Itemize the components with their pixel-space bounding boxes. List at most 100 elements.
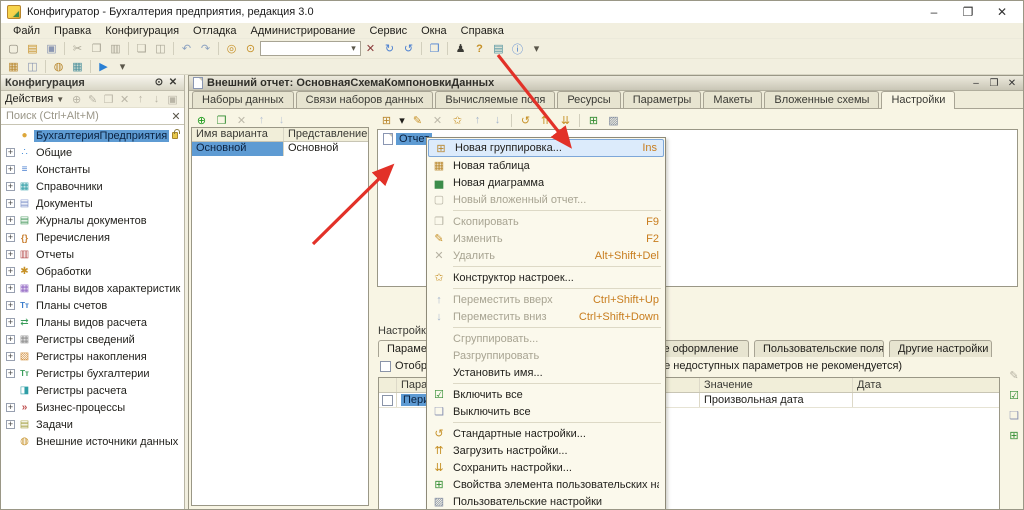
menu-item-load-settings[interactable]: ⇈ Загрузить настройки... <box>427 442 665 459</box>
tree-delete-button[interactable]: ✕ <box>117 92 132 107</box>
period-value-cell[interactable]: Произвольная дата <box>700 393 853 407</box>
search-clear-button[interactable]: ✕ <box>361 41 380 57</box>
menu-item-user-settings[interactable]: ▨ Пользовательские настройки <box>427 493 665 510</box>
syntax-check-module-button[interactable]: ↺ <box>399 41 418 57</box>
menu-item-new-table[interactable]: ▦ Новая таблица <box>427 157 665 174</box>
user-settings-properties-button[interactable]: ⊞ <box>584 112 603 128</box>
expand-icon[interactable]: + <box>6 301 15 310</box>
tree-item-charts-of-calculation-types[interactable]: +⇄Планы видов расчета <box>1 314 184 331</box>
settings-add-caret-icon[interactable]: ▾ <box>397 112 407 128</box>
settings-wizard-button[interactable]: ✩ <box>448 112 467 128</box>
show-unavailable-parameters-checkbox[interactable] <box>380 361 391 372</box>
tree-item-enums[interactable]: +{}Перечисления <box>1 229 184 246</box>
paste-button[interactable]: ▥ <box>106 41 125 57</box>
tree-item-constants[interactable]: +≡Константы <box>1 161 184 178</box>
windows-list-button[interactable]: ❐ <box>425 41 444 57</box>
tree-item-calculation-registers[interactable]: ◨Регистры расчета <box>1 382 184 399</box>
help-agent-icon[interactable]: ♟ <box>451 41 470 57</box>
global-search-icon[interactable]: ⊙ <box>241 41 260 57</box>
save-settings-button[interactable]: ⇊ <box>556 112 575 128</box>
expand-icon[interactable]: + <box>6 148 15 157</box>
expand-icon[interactable]: + <box>6 420 15 429</box>
menu-file[interactable]: Файл <box>7 24 46 38</box>
settings-tab-user-fields[interactable]: Пользовательские поля <box>754 340 884 357</box>
tab-settings[interactable]: Настройки <box>881 91 955 109</box>
menu-item-edit[interactable]: ✎ Изменить F2 <box>427 230 665 247</box>
print-preview-button[interactable]: ◫ <box>151 41 170 57</box>
search-combobox-input[interactable] <box>261 42 347 55</box>
tree-item-catalogs[interactable]: +▦Справочники <box>1 178 184 195</box>
menu-item-new-nested-report[interactable]: ▢ Новый вложенный отчет... <box>427 191 665 208</box>
menu-item-set-name[interactable]: Установить имя... <box>427 364 665 381</box>
window-minimize-button[interactable]: – <box>917 2 951 22</box>
tab-data-set-links[interactable]: Связи наборов данных <box>296 91 434 108</box>
tree-search-input[interactable] <box>1 110 168 122</box>
tree-item-root[interactable]: ● БухгалтерияПредприятия <box>1 127 184 144</box>
menu-item-standard-settings[interactable]: ↺ Стандартные настройки... <box>427 425 665 442</box>
menu-service[interactable]: Сервис <box>363 24 413 38</box>
settings-add-button[interactable]: ⊞ <box>377 112 396 128</box>
tree-add-button[interactable]: ⊕ <box>69 92 84 107</box>
expand-icon[interactable]: + <box>6 369 15 378</box>
database-update-button[interactable]: ◍ <box>49 59 68 75</box>
tab-calculated-fields[interactable]: Вычисляемые поля <box>435 91 555 108</box>
window-close-button[interactable]: ✕ <box>985 2 1019 22</box>
tab-data-sets[interactable]: Наборы данных <box>192 91 294 108</box>
window-maximize-button[interactable]: ❐ <box>951 2 985 22</box>
variant-copy-button[interactable]: ❐ <box>212 112 231 128</box>
configuration-open-button[interactable]: ▦ <box>4 59 23 75</box>
tree-item-reports[interactable]: +▥Отчеты <box>1 246 184 263</box>
start-debugging-button[interactable]: ▶ <box>94 59 113 75</box>
help-contents-icon[interactable]: ▤ <box>489 41 508 57</box>
tree-item-tasks[interactable]: +▤Задачи <box>1 416 184 433</box>
menu-item-settings-wizard[interactable]: ✩ Конструктор настроек... <box>427 269 665 286</box>
info-icon[interactable]: ⓘ <box>508 41 527 57</box>
menu-administration[interactable]: Администрирование <box>245 24 362 38</box>
redo-button[interactable]: ↷ <box>196 41 215 57</box>
help-icon[interactable]: ? <box>470 41 489 57</box>
expand-icon[interactable]: + <box>6 352 15 361</box>
settings-delete-button[interactable]: ✕ <box>428 112 447 128</box>
print-button[interactable]: ❏ <box>132 41 151 57</box>
undo-button[interactable]: ↶ <box>177 41 196 57</box>
expand-icon[interactable]: + <box>6 199 15 208</box>
actions-menu-button[interactable]: Действия <box>5 93 53 105</box>
tree-item-documents[interactable]: +▤Документы <box>1 195 184 212</box>
variant-row[interactable]: Основной Основной <box>192 142 368 156</box>
settings-move-down-button[interactable]: ↓ <box>488 112 507 128</box>
open-button[interactable]: ▤ <box>23 41 42 57</box>
expand-icon[interactable]: + <box>6 216 15 225</box>
mdi-restore-button[interactable]: ❐ <box>986 78 1002 89</box>
search-clear-icon[interactable]: ✕ <box>168 110 184 123</box>
parameters-col-value[interactable]: Значение <box>700 378 853 392</box>
panel-close-icon[interactable]: ✕ <box>166 77 180 88</box>
tab-parameters[interactable]: Параметры <box>623 91 702 108</box>
tree-item-common[interactable]: +∴Общие <box>1 144 184 161</box>
menu-item-disable-all[interactable]: ❏ Выключить все <box>427 403 665 420</box>
variant-name-cell[interactable]: Основной <box>192 142 284 156</box>
check-all-button[interactable]: ☑ <box>1006 387 1023 403</box>
menu-item-move-down[interactable]: ↓ Переместить вниз Ctrl+Shift+Down <box>427 308 665 325</box>
tree-edit-button[interactable]: ✎ <box>85 92 100 107</box>
expand-icon[interactable]: + <box>6 403 15 412</box>
configuration-window-button[interactable]: ◫ <box>23 59 42 75</box>
variant-delete-button[interactable]: ✕ <box>232 112 251 128</box>
expand-icon[interactable]: + <box>6 182 15 191</box>
expand-icon[interactable]: + <box>6 267 15 276</box>
variants-col-presentation[interactable]: Представление <box>284 128 368 141</box>
find-icon[interactable]: ◎ <box>222 41 241 57</box>
settings-edit-button[interactable]: ✎ <box>408 112 427 128</box>
debug-overflow-icon[interactable]: ▾ <box>113 59 132 75</box>
menu-debug[interactable]: Отладка <box>187 24 242 38</box>
variant-move-up-button[interactable]: ↑ <box>252 112 271 128</box>
period-date-cell[interactable] <box>853 393 999 407</box>
tree-item-external-data-sources[interactable]: ◍Внешние источники данных <box>1 433 184 450</box>
copy-button[interactable]: ❐ <box>87 41 106 57</box>
menu-item-new-chart[interactable]: ▅ Новая диаграмма <box>427 174 665 191</box>
tree-item-document-journals[interactable]: +▤Журналы документов <box>1 212 184 229</box>
parameter-edit-button[interactable]: ✎ <box>1006 367 1023 383</box>
settings-tree-root-item[interactable]: Отчет <box>383 133 432 145</box>
load-settings-button[interactable]: ⇈ <box>536 112 555 128</box>
uncheck-all-button[interactable]: ❏ <box>1006 407 1023 423</box>
menu-configuration[interactable]: Конфигурация <box>99 24 185 38</box>
